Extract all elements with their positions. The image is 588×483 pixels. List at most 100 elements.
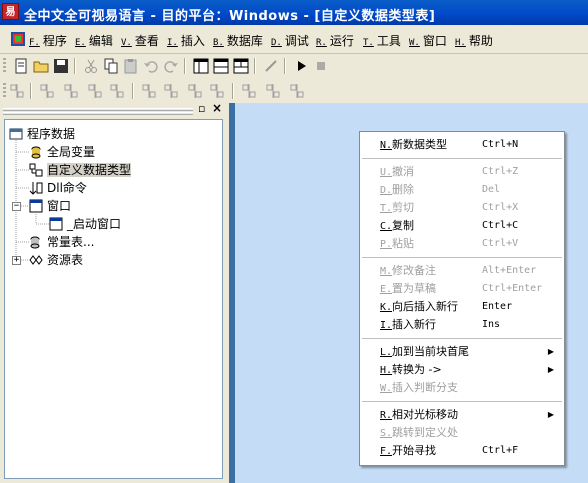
new-file-icon[interactable] [12,57,30,75]
title-bar[interactable]: 易 全中文全可视易语言 - 目的平台：Windows - [自定义数据类型表] [0,0,588,25]
same-size-icon[interactable] [288,82,306,100]
context-menu-label: H.转换为 -> [380,361,442,380]
center-v-icon[interactable] [162,82,180,100]
menu-item-2[interactable]: V. 查看 [121,32,159,49]
shortcut-label: Enter [482,301,513,312]
space-h-icon[interactable] [186,82,204,100]
menu-item-3[interactable]: I. 插入 [167,32,205,49]
panel-close-icon[interactable]: × [212,101,222,115]
menu-accel: H. [455,38,466,48]
menu-accel: N. [380,140,393,151]
menu-text: 撤消 [392,165,415,178]
menu-text: 开始寻找 [392,444,437,457]
toolbar-separator [284,58,286,74]
context-menu-item: M.修改备注 Alt+Enter [360,262,564,280]
context-menu-item: S.跳转到定义处 [360,424,564,442]
menu-label: 数据库 [226,34,263,48]
tree-node[interactable]: _启动窗口 [49,216,121,232]
menu-item-7[interactable]: T. 工具 [363,32,401,49]
menu-text: 修改备注 [392,264,437,277]
program-panel: ▫ × 程序数据全局变量自定义数据类型 Dll命令窗口 − _启动窗口常量表... 资源… [0,101,229,483]
menu-accel: W. [380,383,393,394]
tree-node[interactable]: 常量表... [29,234,94,250]
tree-node[interactable]: 窗口 [29,198,71,214]
run-icon[interactable] [292,57,310,75]
undo-icon[interactable] [142,57,160,75]
tree-node[interactable]: Dll命令 [29,180,87,196]
toolbar-grip[interactable] [3,83,6,99]
layout3-icon[interactable] [232,57,250,75]
redo-icon[interactable] [162,57,180,75]
same-height-icon[interactable] [264,82,282,100]
expand-icon[interactable]: + [12,256,21,265]
cut-icon[interactable] [82,57,100,75]
save-icon[interactable] [52,57,70,75]
app-icon[interactable]: 易 [2,3,19,20]
shortcut-label: Del [482,184,501,195]
menu-accel: R. [316,38,327,48]
menu-item-8[interactable]: W. 窗口 [409,32,447,49]
shortcut-label: Ctrl+C [482,220,519,231]
layout2-icon[interactable] [212,57,230,75]
menu-item-0[interactable]: F. 程序 [29,32,67,49]
stop-icon[interactable] [312,57,330,75]
layout1-icon[interactable] [192,57,210,75]
toolbar-separator [132,83,134,99]
menu-label: 调试 [284,34,309,48]
same-width-icon[interactable] [240,82,258,100]
context-menu-label: P.粘贴 [380,235,414,254]
shortcut-label: Ctrl+N [482,139,519,150]
context-menu-item[interactable]: F.开始寻找 Ctrl+F [360,442,564,460]
tree-node[interactable]: 全局变量 [29,144,95,160]
align-left-icon[interactable] [38,82,56,100]
menu-item-4[interactable]: B. 数据库 [213,32,263,49]
menu-item-6[interactable]: R. 运行 [316,32,354,49]
tree-node[interactable]: 程序数据 [9,126,75,142]
tree-node[interactable]: 资源表 [29,252,83,268]
collapse-icon[interactable]: − [12,202,21,211]
space-v-icon[interactable] [208,82,226,100]
submenu-arrow-icon: ▶ [547,347,554,356]
tree-node[interactable]: 自定义数据类型 [29,162,132,178]
paste-icon[interactable] [122,57,140,75]
menu-accel: E. [75,38,86,48]
menu-text: 转换为 -> [392,363,442,376]
tree-node-label: 程序数据 [27,127,76,141]
context-menu-item[interactable]: I.插入新行 Ins [360,316,564,334]
toolbar-grip[interactable] [3,58,6,74]
align-right-icon[interactable] [62,82,80,100]
align-bottom-icon[interactable] [108,82,126,100]
toolbar-separator [184,58,186,74]
context-menu-item[interactable]: L.加到当前块首尾 ▶ [360,343,564,361]
standard-toolbar [0,54,588,78]
center-h-icon[interactable] [140,82,158,100]
open-folder-icon[interactable] [32,57,50,75]
menu-accel: U. [380,167,393,178]
align-grid-icon[interactable] [8,82,26,100]
menu-label: 帮助 [468,34,493,48]
menu-item-9[interactable]: H. 帮助 [455,32,493,49]
pin-icon[interactable]: ▫ [198,102,205,115]
context-menu-item[interactable]: K.向后插入新行 Enter [360,298,564,316]
context-menu-item[interactable]: N.新数据类型 Ctrl+N [360,136,564,154]
menu-item-1[interactable]: E. 编辑 [75,32,113,49]
tree-node-label: _启动窗口 [67,217,122,231]
menu-separator [362,338,562,339]
resource-icon [29,253,43,267]
context-menu-item[interactable]: C.复制 Ctrl+C [360,217,564,235]
toolbar-separator [254,58,256,74]
context-menu-item[interactable]: R.相对光标移动 ▶ [360,406,564,424]
context-menu-item[interactable]: H.转换为 -> ▶ [360,361,564,379]
context-menu-label: R.相对光标移动 [380,406,458,425]
context-menu-item: D.删除 Del [360,181,564,199]
edit-pen-icon[interactable] [262,57,280,75]
menu-label: 编辑 [88,34,113,48]
shortcut-label: Ctrl+V [482,238,519,249]
toolbar-separator [74,58,76,74]
tree-node-label: 窗口 [47,199,72,213]
menu-item-5[interactable]: D. 调试 [271,32,309,49]
program-tree[interactable]: 程序数据全局变量自定义数据类型 Dll命令窗口 − _启动窗口常量表... 资源表 + [4,119,223,479]
align-top-icon[interactable] [86,82,104,100]
copy-icon[interactable] [102,57,120,75]
context-menu-label: S.跳转到定义处 [380,424,458,443]
